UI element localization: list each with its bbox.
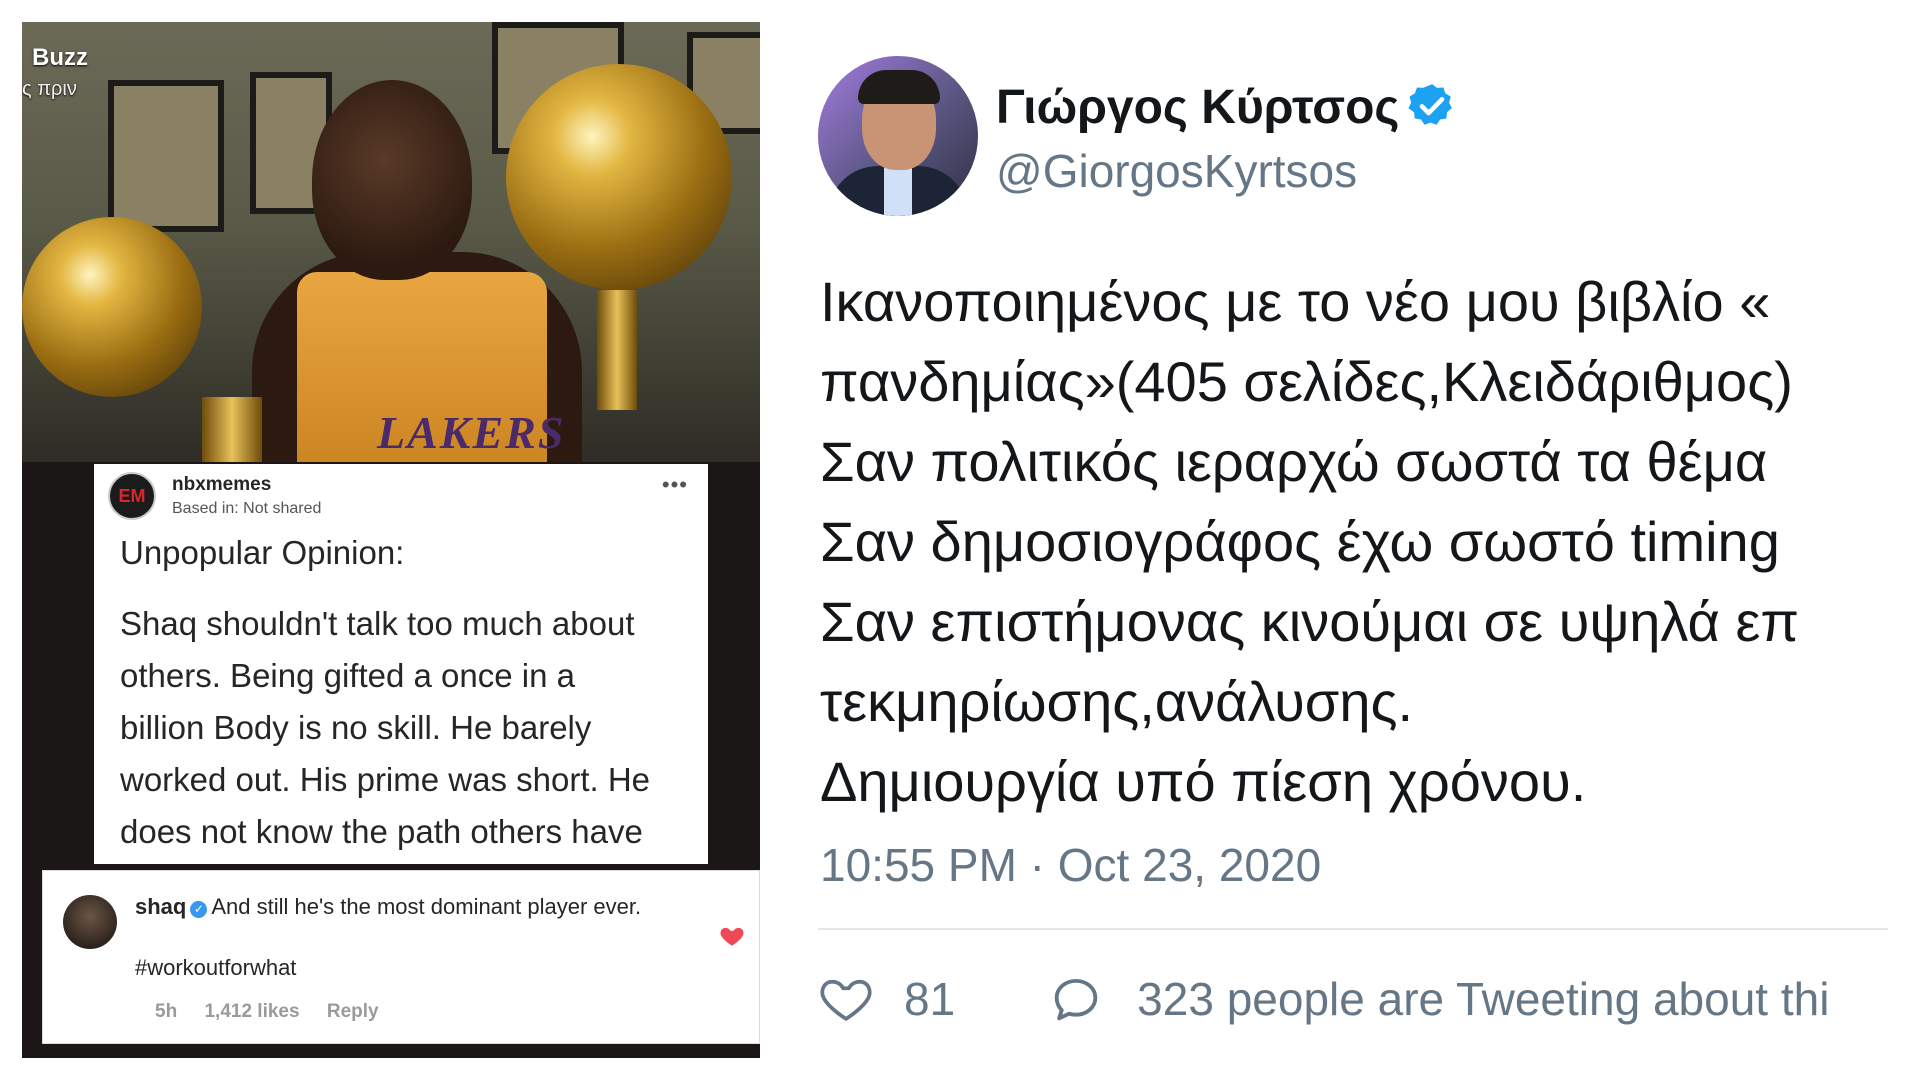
tweet-text-line: πανδημίας»(405 σελίδες,Κλειδάριθμος): [820, 350, 1793, 413]
post-author-avatar[interactable]: EM: [108, 472, 156, 520]
comment-reply-button[interactable]: Reply: [327, 1001, 379, 1022]
commenter-avatar[interactable]: [63, 895, 117, 949]
instagram-post-card: EM nbxmemes Based in: Not shared ••• Unp…: [94, 464, 708, 864]
tweet-text: Ικανοποιημένος με το νέο μου βιβλίο « πα…: [820, 262, 1920, 822]
trophy-stem: [202, 397, 262, 462]
tweet-text-line: τεκμηρίωσης,ανάλυσης.: [820, 670, 1414, 733]
player-head: [312, 80, 472, 280]
tweet-text-line: Σαν δημοσιογράφος έχω σωστό timing: [820, 510, 1780, 573]
tweet-text-line: Σαν επιστήμονας κινούμαι σε υψηλά επ: [820, 590, 1800, 653]
speech-bubble-icon[interactable]: [1047, 970, 1105, 1028]
divider: [818, 928, 1888, 930]
tweet-timestamp[interactable]: 10:55 PM · Oct 23, 2020: [820, 838, 1321, 892]
comment-text-block: shaq ✓ And still he's the most dominant pl…: [135, 893, 675, 921]
championship-trophy-right: [506, 64, 732, 290]
avatar-hair: [858, 70, 940, 104]
wall-picture-frame: [108, 80, 224, 232]
verified-badge-icon: [1408, 84, 1453, 125]
post-title: Unpopular Opinion:: [120, 534, 405, 571]
tweet-author-name-row[interactable]: Γιώργος Κύρτσος: [996, 80, 1457, 135]
tweet-author-avatar[interactable]: [818, 56, 978, 216]
post-body-line: worked out. His prime was short. He: [120, 761, 651, 798]
post-location: Based in: Not shared: [172, 500, 322, 517]
post-body-line: billion Body is no skill. He barely: [120, 709, 592, 746]
tweet-card: Γιώργος Κύρτσος @GiorgosKyrtsos Ικανοποι…: [780, 0, 1920, 1080]
post-author-username[interactable]: nbxmemes: [172, 474, 271, 496]
jersey-lettering: LAKERS: [377, 407, 566, 458]
post-body-line: does not know the path others have: [120, 813, 643, 850]
like-count: 81: [904, 973, 956, 1025]
tweet-author-name[interactable]: Γιώργος Κύρτσος: [996, 81, 1399, 134]
conversation-link[interactable]: 323 people are Tweeting about thi: [1137, 972, 1829, 1026]
commenter-username[interactable]: shaq: [135, 894, 186, 919]
more-options-icon[interactable]: •••: [662, 472, 688, 498]
source-label: Buzz: [32, 44, 88, 71]
post-header: EM nbxmemes Based in: Not shared •••: [108, 472, 694, 532]
comment-age: 5h: [155, 1001, 178, 1022]
instagram-comment: shaq ✓ And still he's the most dominant pl…: [42, 870, 760, 1044]
post-body-line: others. Being gifted a once in a: [120, 657, 575, 694]
comment-likes[interactable]: 1,412 likes: [204, 1001, 299, 1022]
avatar-shirt: [884, 166, 912, 216]
championship-trophy-left: [22, 217, 202, 397]
verified-badge-icon: ✓: [190, 901, 208, 918]
tweet-text-line: Ικανοποιημένος με το νέο μου βιβλίο «: [820, 270, 1771, 333]
post-body-line: Shaq shouldn't talk too much about: [120, 605, 635, 642]
heart-icon[interactable]: [818, 971, 874, 1027]
comment-meta: 5h 1,412 likes Reply: [155, 1001, 401, 1023]
tweet-author-handle[interactable]: @GiorgosKyrtsos: [996, 144, 1357, 198]
comment-text: And still he's the most dominant player …: [211, 894, 642, 919]
tweet-text-line: Δημιουργία υπό πίεση χρόνου.: [820, 750, 1587, 813]
heart-icon[interactable]: [719, 923, 745, 949]
tweet-actions-bar: 81 323 people are Tweeting about thi: [818, 964, 1829, 1034]
tweet-text-line: Σαν πολιτικός ιεραρχώ σωστά τα θέμα: [820, 430, 1768, 493]
source-time: ς πριν: [22, 78, 77, 100]
shaq-trophies-photo: LAKERS Buzz ς πριν: [22, 22, 760, 462]
comment-hashtag[interactable]: #workoutforwhat: [135, 955, 296, 981]
post-body: Shaq shouldn't talk too much about other…: [120, 598, 690, 858]
trophy-stem: [597, 290, 637, 410]
meme-image-panel: LAKERS Buzz ς πριν EM nbxmemes Based in:…: [22, 22, 760, 1058]
